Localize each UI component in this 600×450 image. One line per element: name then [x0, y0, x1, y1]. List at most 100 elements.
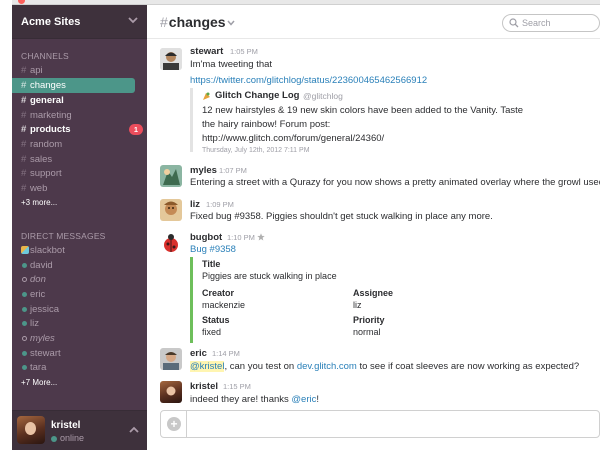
close-window-icon[interactable]	[18, 0, 25, 4]
avatar[interactable]	[160, 48, 182, 70]
search-input[interactable]	[522, 17, 597, 29]
glitch-logo-icon	[203, 92, 210, 100]
dm-label: slackbot	[30, 245, 65, 256]
user-status: online	[60, 433, 85, 443]
chevron-down-icon[interactable]	[227, 20, 235, 26]
dm-item-eric[interactable]: eric	[12, 287, 147, 302]
message: liz 1:09 PM Fixed bug #9358. Piggies sho…	[147, 197, 600, 227]
presence-icon	[22, 263, 27, 268]
message-text-part: !	[316, 394, 319, 405]
avatar[interactable]	[160, 165, 182, 187]
dm-item-jessica[interactable]: jessica	[12, 302, 147, 317]
message-sender[interactable]: liz	[190, 199, 200, 210]
dm-item-liz[interactable]: liz	[12, 316, 147, 331]
presence-icon	[22, 365, 27, 370]
message-sender[interactable]: eric	[190, 348, 207, 359]
channel-label: changes	[29, 80, 66, 91]
message-time[interactable]: 1:14 PM	[212, 349, 240, 358]
app-window: Acme Sites CHANNELS # api # changes # ge…	[12, 0, 600, 450]
message: kristel 1:15 PM indeed they are! thanks …	[147, 380, 600, 408]
channel-item-random[interactable]: # random	[12, 137, 147, 152]
field-value: liz	[353, 300, 362, 310]
message-time[interactable]: 1:15 PM	[223, 382, 251, 391]
message-pane: #changes stewart 1:05 PM Im'ma tweet	[147, 5, 600, 450]
dm-label: eric	[30, 289, 46, 300]
message-link[interactable]: https://twitter.com/glitchlog/status/223…	[190, 75, 427, 86]
search-icon	[509, 18, 519, 28]
dm-item-david[interactable]: david	[12, 258, 147, 273]
field-label: Priority	[353, 315, 385, 325]
message-text-part: to see if coat sleeves are now working a…	[356, 361, 580, 372]
dm-item-stewart[interactable]: stewart	[12, 346, 147, 361]
channel-item-sales[interactable]: # sales	[12, 152, 147, 167]
message-text-part: , can you test on	[224, 361, 297, 372]
channel-item-support[interactable]: # support	[12, 166, 147, 181]
field-label: Creator	[202, 288, 235, 298]
message-link[interactable]: dev.glitch.com	[297, 361, 357, 372]
preview-source[interactable]: Glitch Change Log	[215, 90, 299, 101]
more-dms-link[interactable]: +7 More...	[21, 378, 57, 387]
channel-title[interactable]: #changes	[160, 14, 226, 30]
message-sender[interactable]: stewart	[190, 46, 223, 57]
presence-icon	[22, 351, 27, 356]
channel-label: support	[29, 168, 62, 179]
channel-label: random	[29, 139, 63, 150]
current-user-menu[interactable]: kristel online	[12, 410, 147, 450]
hash-icon: #	[160, 14, 168, 30]
plus-icon: +	[167, 417, 181, 431]
avatar[interactable]	[160, 381, 182, 403]
user-mention[interactable]: @eric	[291, 394, 316, 405]
dm-item-tara[interactable]: tara	[12, 360, 147, 375]
field-value: Piggies are stuck walking in place	[202, 271, 337, 281]
message-sender[interactable]: myles	[190, 165, 217, 176]
message-time[interactable]: 1:07 PM	[219, 166, 247, 175]
user-mention[interactable]: @kristel	[190, 361, 225, 372]
avatar[interactable]	[160, 199, 182, 221]
avatar[interactable]	[160, 348, 182, 370]
search-box[interactable]	[502, 14, 600, 32]
avatar[interactable]	[160, 232, 182, 254]
presence-icon	[22, 277, 27, 282]
team-menu[interactable]: Acme Sites	[12, 5, 147, 39]
attach-file-button[interactable]: +	[161, 411, 187, 437]
sidebar: Acme Sites CHANNELS # api # changes # ge…	[12, 5, 147, 450]
channels-section-title[interactable]: CHANNELS	[21, 51, 69, 61]
preview-link[interactable]: http://www.glitch.com/forum/general/2436…	[202, 133, 384, 144]
dm-label: stewart	[30, 348, 61, 359]
dm-section-title[interactable]: DIRECT MESSAGES	[21, 231, 106, 241]
slackbot-icon	[21, 246, 29, 254]
channel-item-api[interactable]: # api	[12, 63, 147, 78]
message-time[interactable]: 1:05 PM	[230, 47, 258, 56]
message-sender[interactable]: bugbot	[190, 232, 222, 243]
dm-item-slackbot[interactable]: slackbot	[12, 243, 147, 258]
message-sender[interactable]: kristel	[190, 381, 218, 392]
dm-label: tara	[30, 362, 47, 373]
channel-item-web[interactable]: # web	[12, 181, 147, 196]
dm-label: david	[30, 260, 53, 271]
channel-item-general[interactable]: # general	[12, 93, 147, 108]
bug-attachment: Title Piggies are stuck walking in place…	[190, 257, 420, 343]
user-name: kristel	[51, 420, 81, 431]
field-label: Status	[202, 315, 230, 325]
dm-label: myles	[30, 333, 55, 344]
channel-item-changes[interactable]: # changes	[12, 78, 135, 93]
unread-badge: 1	[129, 124, 143, 135]
team-name: Acme Sites	[21, 16, 81, 28]
channel-item-marketing[interactable]: # marketing	[12, 108, 147, 123]
link-preview: Glitch Change Log @glitchlog 12 new hair…	[190, 88, 523, 154]
message-time[interactable]: 1:10 PM	[227, 233, 255, 242]
message-link[interactable]: Bug #9358	[190, 244, 236, 255]
message-text-part: indeed they are! thanks	[190, 394, 292, 405]
message-input[interactable]	[193, 417, 593, 431]
dm-item-don[interactable]: don	[12, 272, 147, 287]
more-channels-link[interactable]: +3 more...	[21, 198, 57, 207]
field-value: fixed	[202, 327, 222, 337]
star-icon[interactable]	[257, 233, 265, 241]
message-time[interactable]: 1:09 PM	[206, 200, 234, 209]
channel-item-products[interactable]: # products 1	[12, 122, 147, 137]
dm-item-myles[interactable]: myles	[12, 331, 147, 346]
message-text: indeed they are! thanks @eric!	[190, 394, 319, 405]
field-label: Title	[202, 259, 221, 269]
field-label: Assignee	[353, 288, 394, 298]
message-text: Entering a street with a Qurazy for you …	[190, 177, 600, 188]
